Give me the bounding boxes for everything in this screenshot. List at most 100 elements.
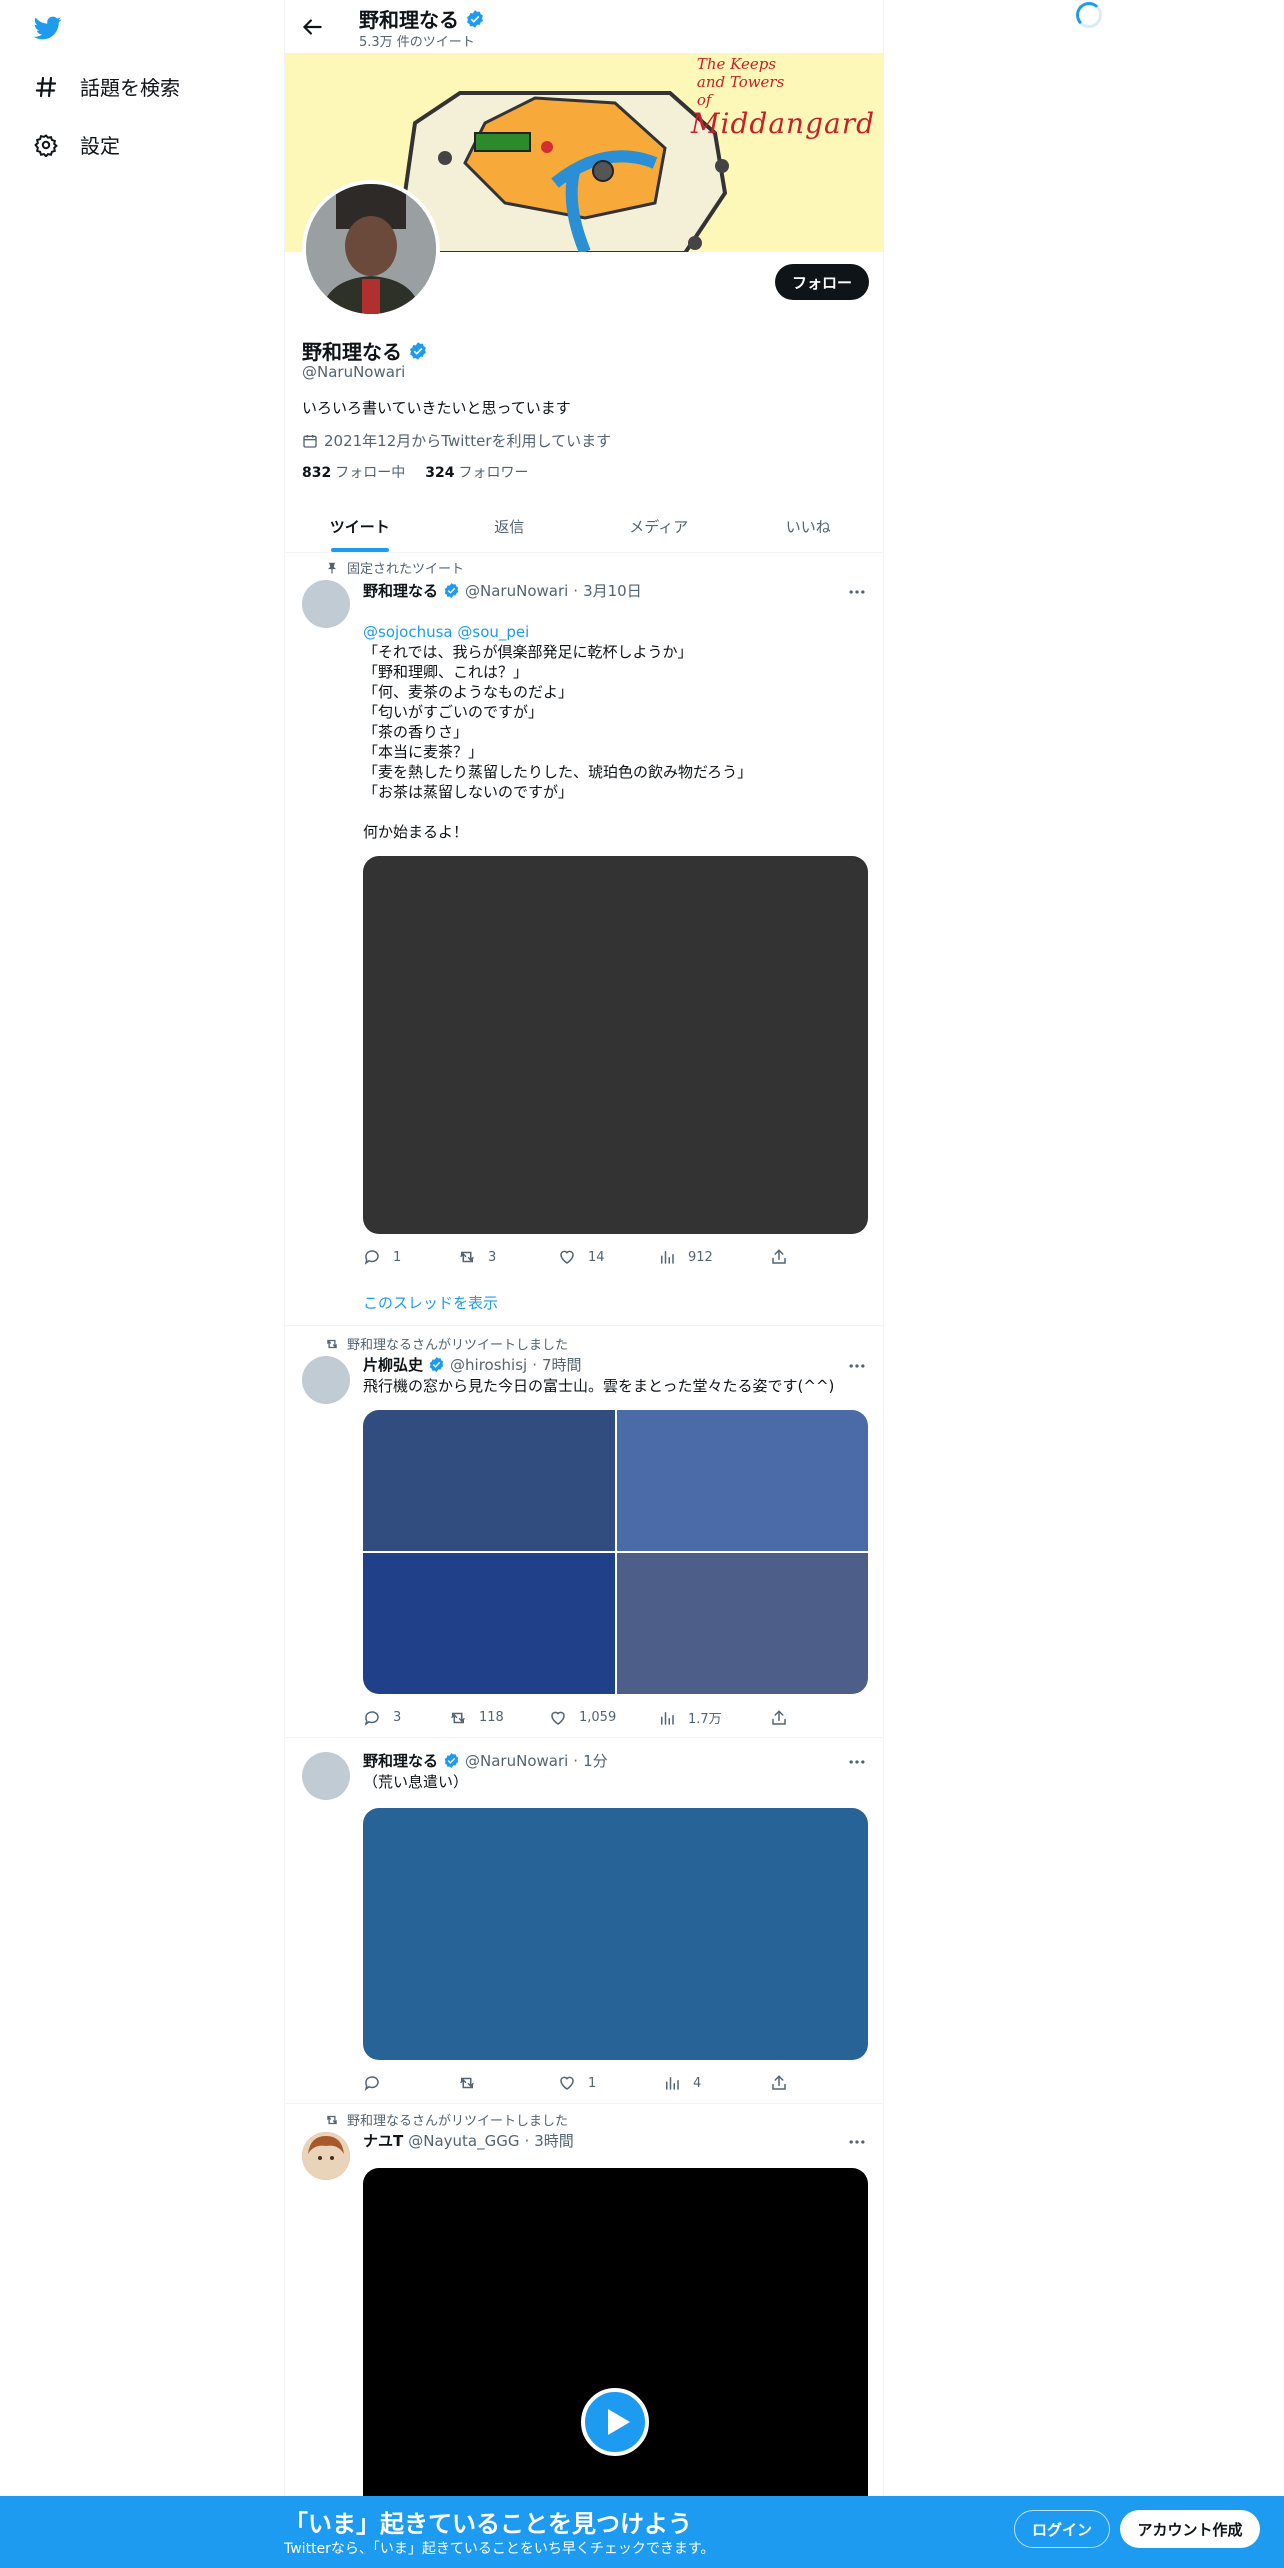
media-photo[interactable] (616, 1553, 868, 1694)
verified-badge-icon (444, 1753, 459, 1768)
separator: · (573, 1751, 579, 1770)
tweet-media[interactable] (363, 1410, 868, 1694)
play-icon[interactable] (581, 2388, 649, 2456)
reply-button[interactable]: 1 (363, 1248, 458, 1266)
show-thread-link[interactable]: このスレッドを表示 (363, 1292, 498, 1313)
nav-explore[interactable]: 話題を検索 (34, 72, 180, 101)
author-handle: @Nayuta_GGG (408, 2131, 520, 2150)
profile-stats: 832 フォロー中 324 フォロワー (302, 462, 528, 482)
retweet-button[interactable] (458, 2074, 558, 2092)
reply-icon (364, 2076, 379, 2091)
views-chart-icon (661, 1711, 674, 1725)
reply-button[interactable]: 3 (363, 1708, 449, 1727)
retweet-icon (460, 2077, 474, 2089)
views-button[interactable]: 4 (663, 2074, 770, 2092)
left-nav: 話題を検索 設定 (0, 0, 284, 2568)
login-button[interactable]: ログイン (1014, 2510, 1110, 2548)
profile-bio: いろいろ書いていきたいと思っています (302, 399, 571, 417)
avatar[interactable] (302, 1356, 350, 1404)
tweet-pinned[interactable]: 固定されたツイート 野和理なる @NaruNowari · 3月10日 @soj… (285, 554, 883, 1326)
tweet-actions: 1 4 (363, 2074, 788, 2092)
retweet-icon (326, 2115, 338, 2124)
tab-replies[interactable]: 返信 (435, 500, 585, 552)
tab-tweets[interactable]: ツイート (285, 500, 435, 552)
view-count: 1.7万 (688, 1712, 722, 1727)
tweet-time[interactable]: 3月10日 (583, 580, 642, 601)
tweet-time[interactable]: 1分 (583, 1750, 608, 1771)
media-photo[interactable] (363, 1410, 615, 1551)
like-button[interactable]: 1 (558, 2074, 663, 2092)
author-name[interactable]: ナユT (363, 2130, 403, 2151)
loading-spinner-icon (1076, 2, 1102, 28)
tweet-header: 野和理なる @NaruNowari · 1分 (363, 1750, 608, 1771)
more-options-icon[interactable] (847, 1752, 867, 1772)
tweet-time[interactable]: 3時間 (534, 2130, 574, 2151)
retweet-count: 118 (479, 1710, 504, 1725)
share-button[interactable] (770, 2074, 788, 2092)
tweet-text: 「それでは、我らが倶楽部発足に乾杯しようか」 「野和理卿、これは？」 「何、麦茶… (363, 643, 753, 841)
views-button[interactable]: 912 (658, 1248, 770, 1266)
like-button[interactable]: 14 (558, 1248, 658, 1266)
more-options-icon[interactable] (847, 1356, 867, 1376)
tweet-retweet[interactable]: 野和理なるさんがリツイートしました 片柳弘史 @hiroshisj · 7時間 … (285, 1326, 883, 1738)
followers-stat[interactable]: 324 フォロワー (425, 462, 528, 482)
share-icon (772, 1249, 786, 1264)
view-count: 4 (693, 2075, 702, 2091)
main-column: 野和理なる 5.3万 件のツイート The Keeps and Towers o… (284, 0, 884, 2568)
retweet-label-text: 野和理なるさんがリツイートしました (347, 2114, 569, 2129)
reply-icon (364, 1710, 379, 1726)
like-count: 1,059 (579, 1710, 617, 1725)
views-chart-icon (661, 1251, 674, 1264)
tweet-media[interactable] (363, 1808, 868, 2060)
follow-button[interactable]: フォロー (775, 264, 869, 300)
author-name[interactable]: 野和理なる (363, 1750, 438, 1771)
share-icon (772, 2075, 786, 2090)
retweet-button[interactable]: 118 (449, 1708, 549, 1727)
media-photo[interactable] (363, 1553, 615, 1694)
profile-avatar[interactable] (302, 180, 440, 318)
profile-handle: @NaruNowari (302, 363, 406, 381)
retweet-button[interactable]: 3 (458, 1248, 558, 1266)
gear-icon (34, 133, 58, 157)
share-button[interactable] (770, 1248, 788, 1266)
views-button[interactable]: 1.7万 (658, 1708, 770, 1727)
mention-link[interactable]: @sojochusa (363, 623, 453, 641)
tab-likes[interactable]: いいね (734, 500, 884, 552)
view-count: 912 (688, 1249, 713, 1265)
signup-button[interactable]: アカウント作成 (1120, 2510, 1260, 2548)
header-tweet-count: 5.3万 件のツイート (359, 35, 475, 50)
retweet-label: 野和理なるさんがリツイートしました (325, 2110, 568, 2129)
separator: · (524, 2131, 530, 2150)
twitter-bird-icon[interactable] (32, 14, 64, 42)
author-name[interactable]: 片柳弘史 (363, 1354, 423, 1375)
tweet-own[interactable]: 野和理なる @NaruNowari · 1分 （荒い息遣い） 1 4 (285, 1738, 883, 2104)
more-options-icon[interactable] (847, 582, 867, 602)
nav-settings[interactable]: 設定 (34, 130, 120, 159)
tab-media[interactable]: メディア (584, 500, 734, 552)
more-options-icon[interactable] (847, 2132, 867, 2152)
profile-join-text: 2021年12月からTwitterを利用しています (324, 432, 612, 450)
banner-title: The Keeps and Towers of Middangard (691, 55, 875, 139)
mention-link[interactable]: @sou_pei (457, 623, 529, 641)
header-name: 野和理なる (359, 4, 485, 33)
share-button[interactable] (770, 1708, 788, 1727)
avatar[interactable] (302, 2132, 350, 2180)
retweet-icon (451, 1712, 465, 1723)
following-stat[interactable]: 832 フォロー中 (302, 462, 405, 482)
author-name[interactable]: 野和理なる (363, 580, 438, 601)
avatar[interactable] (302, 1752, 350, 1800)
reply-count: 1 (393, 1249, 402, 1265)
profile-name-text: 野和理なる (302, 340, 402, 364)
tweet-text: 飛行機の窓から見た今日の富士山。雲をまとった堂々たる姿です(^^) (363, 1377, 835, 1395)
back-arrow-icon[interactable] (299, 14, 325, 40)
like-button[interactable]: 1,059 (549, 1708, 658, 1727)
media-photo[interactable] (616, 1410, 868, 1551)
header-name-text: 野和理なる (359, 8, 459, 32)
verified-badge-icon (429, 1357, 444, 1372)
avatar[interactable] (302, 580, 350, 628)
tweet-media[interactable] (363, 856, 868, 1234)
tweet-time[interactable]: 7時間 (542, 1354, 582, 1375)
reply-button[interactable] (363, 2074, 458, 2092)
followers-label: フォロワー (458, 465, 529, 481)
avatar-image (302, 2132, 350, 2180)
